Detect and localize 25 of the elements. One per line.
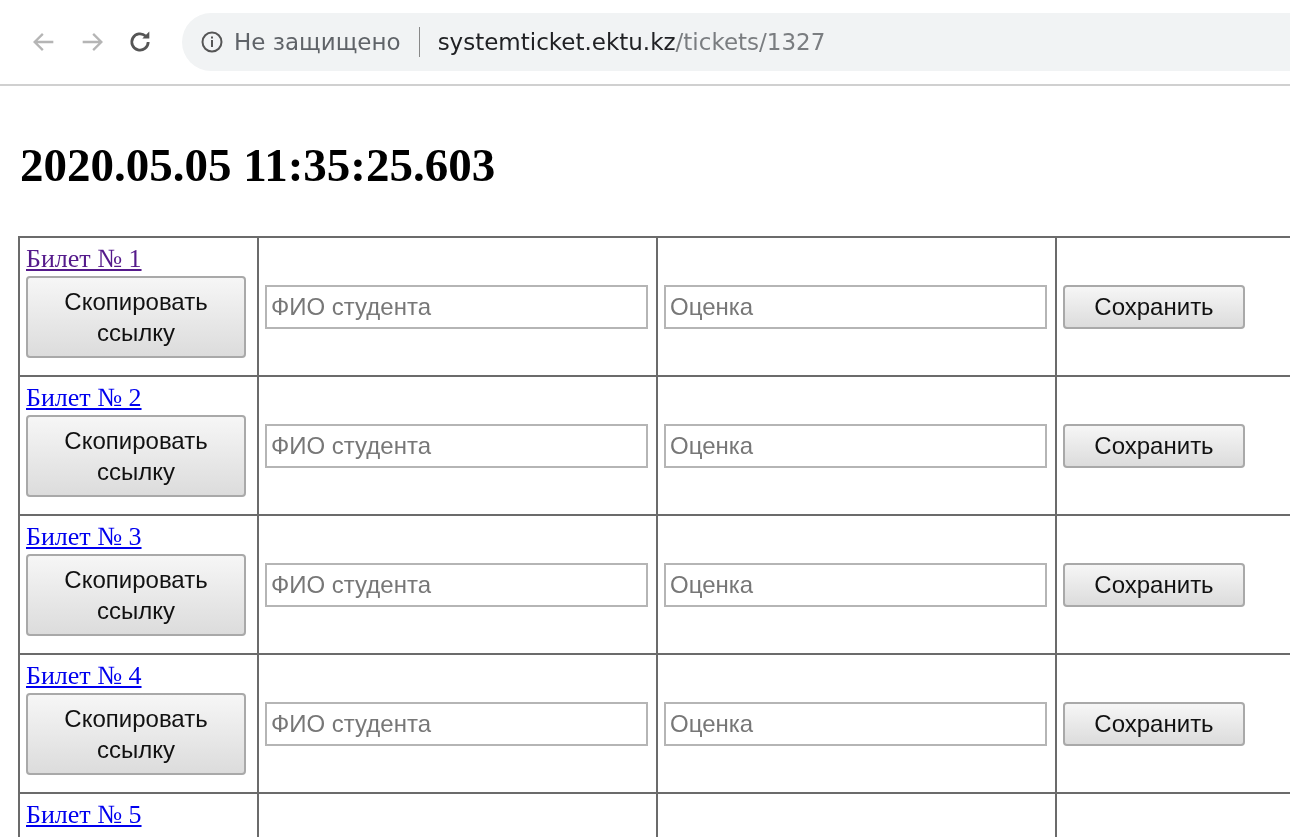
grade-field[interactable]: Оценка	[664, 284, 1047, 329]
ticket-link[interactable]: Билет № 3	[26, 522, 142, 552]
save-button[interactable]: Сохранить	[1063, 423, 1245, 468]
save-button[interactable]: Сохранить	[1063, 701, 1245, 746]
security-label: Не защищено	[234, 29, 401, 55]
grade-field[interactable]: Оценка	[664, 562, 1047, 607]
ticket-link[interactable]: Билет № 1	[26, 244, 142, 274]
copy-link-button[interactable]: Скопировать ссылку	[26, 276, 246, 358]
url-text: systemticket.ektu.kz/tickets/1327	[437, 29, 826, 55]
student-name-field[interactable]: ФИО студента	[265, 423, 648, 468]
student-name-field[interactable]: ФИО студента	[265, 562, 648, 607]
student-name-field[interactable]: ФИО студента	[265, 284, 648, 329]
ticket-link[interactable]: Билет № 4	[26, 661, 142, 691]
grade-field[interactable]: Оценка	[664, 423, 1047, 468]
ticket-link[interactable]: Билет № 2	[26, 383, 142, 413]
copy-link-button[interactable]: Скопировать ссылку	[26, 415, 246, 497]
save-button[interactable]: Сохранить	[1063, 284, 1245, 329]
info-icon[interactable]	[200, 30, 224, 54]
save-button[interactable]: Сохранить	[1063, 562, 1245, 607]
copy-link-button[interactable]: Скопировать ссылку	[26, 554, 246, 636]
grade-field[interactable]: Оценка	[664, 701, 1047, 746]
copy-link-button[interactable]: Скопировать ссылку	[26, 693, 246, 775]
address-bar[interactable]: Не защищено systemticket.ektu.kz/tickets/1327	[182, 13, 1290, 71]
student-name-field[interactable]: ФИО студента	[265, 701, 648, 746]
page-heading: 2020.05.05 11:35:25.603	[20, 138, 497, 193]
